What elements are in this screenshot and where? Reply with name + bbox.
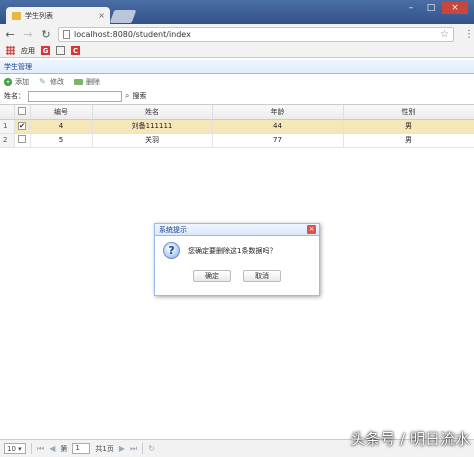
url-text: localhost:8080/student/index	[74, 29, 191, 39]
page-total: 共1页	[95, 444, 114, 453]
delete-icon	[74, 79, 83, 85]
search-label: 姓名：	[4, 92, 25, 100]
divider	[142, 443, 144, 454]
add-label: 添加	[15, 78, 29, 86]
apps-label[interactable]: 应用	[21, 46, 35, 56]
bookmark-star-icon[interactable]: ☆	[440, 29, 449, 40]
row-number: 1	[0, 119, 15, 134]
dialog-message: 您确定要删除这1条数据吗？	[188, 246, 277, 255]
row-checkbox[interactable]: ✔	[14, 119, 31, 134]
folder-icon	[12, 11, 21, 20]
bookmarks-bar: 应用 G C	[0, 44, 474, 58]
search-button[interactable]: 搜索	[132, 91, 146, 101]
reload-icon[interactable]: ↻	[40, 28, 52, 41]
cell-gender: 男	[343, 119, 474, 134]
bookmark-c-icon[interactable]: C	[71, 46, 80, 55]
forward-icon[interactable]: →	[22, 28, 34, 41]
dialog-body: ? 您确定要删除这1条数据吗？	[155, 236, 319, 265]
divider	[31, 443, 32, 454]
refresh-icon[interactable]: ↻	[148, 444, 155, 453]
window-controls: – □ ×	[402, 2, 468, 14]
cell-id: 4	[30, 119, 93, 134]
minimize-icon[interactable]: –	[402, 2, 420, 14]
cell-name: 刘备111111	[92, 119, 213, 134]
column-header-gender[interactable]: 性别	[343, 105, 474, 120]
ok-button[interactable]: 确定	[193, 270, 231, 282]
column-header-id[interactable]: 编号	[30, 105, 93, 120]
dialog-close-icon[interactable]: ×	[307, 225, 316, 234]
panel-title: 学生管理	[0, 60, 474, 74]
next-page-icon[interactable]: ▶	[119, 444, 125, 453]
page-prefix: 第	[60, 444, 68, 453]
cell-age: 77	[212, 133, 344, 148]
column-header-age[interactable]: 年龄	[212, 105, 344, 120]
maximize-icon[interactable]: □	[422, 2, 440, 14]
first-page-icon[interactable]: ⏮	[37, 444, 44, 454]
new-tab-button[interactable]	[109, 10, 137, 23]
cell-name: 关羽	[92, 133, 213, 148]
apps-icon[interactable]	[6, 46, 15, 55]
dialog-buttons: 确定 取消	[155, 270, 319, 282]
rownum-header	[0, 105, 15, 120]
search-input[interactable]	[28, 90, 122, 102]
grid-header-row: 编号 姓名 年龄 性别	[0, 105, 474, 120]
table-row[interactable]: 1 ✔ 4 刘备111111 44 男	[0, 119, 474, 134]
cell-id: 5	[30, 133, 93, 148]
add-button[interactable]: + 添加	[4, 77, 29, 87]
last-page-icon[interactable]: ⏭	[130, 444, 137, 454]
delete-button[interactable]: 删除	[74, 77, 100, 87]
checkmark-icon: ✔	[18, 122, 26, 130]
column-header-name[interactable]: 姓名	[92, 105, 213, 120]
select-all-checkbox[interactable]	[14, 105, 31, 120]
row-number: 2	[0, 133, 15, 148]
table-row[interactable]: 2 5 关羽 77 男	[0, 133, 474, 148]
watermark: 头条号 / 明日流水	[350, 430, 470, 448]
edit-label: 修改	[50, 78, 64, 86]
menu-icon[interactable]: ⋮	[464, 29, 474, 40]
page-size-select[interactable]: 10 ▾	[4, 443, 26, 454]
page-icon	[63, 29, 70, 39]
browser-tab[interactable]: 学生列表 ×	[6, 7, 110, 24]
back-icon[interactable]: ←	[4, 28, 16, 41]
search-row: 姓名： ⌕ 搜索	[0, 89, 474, 103]
browser-titlebar: 学生列表 × – □ ×	[0, 0, 474, 24]
tab-title: 学生列表	[25, 11, 53, 20]
question-icon: ?	[163, 242, 180, 259]
confirm-dialog: 系统提示 × ? 您确定要删除这1条数据吗？ 确定 取消	[154, 223, 320, 296]
delete-label: 删除	[86, 78, 100, 86]
cell-gender: 男	[343, 133, 474, 148]
bookmark-g-icon[interactable]: G	[41, 46, 50, 55]
dialog-header: 系统提示 ×	[155, 224, 319, 236]
close-window-icon[interactable]: ×	[442, 2, 468, 14]
bookmark-page-icon[interactable]	[56, 46, 65, 55]
address-bar[interactable]: localhost:8080/student/index ☆	[58, 26, 454, 42]
cell-age: 44	[212, 119, 344, 134]
tab-close-icon[interactable]: ×	[98, 11, 105, 20]
dialog-title: 系统提示	[159, 225, 187, 234]
prev-page-icon[interactable]: ◀	[49, 444, 55, 453]
edit-button[interactable]: ✎ 修改	[39, 77, 64, 87]
pencil-icon: ✎	[39, 77, 46, 86]
page-number-input[interactable]: 1	[72, 443, 91, 454]
row-checkbox[interactable]	[14, 133, 31, 148]
action-toolbar: + 添加 ✎ 修改 删除	[0, 75, 474, 89]
search-icon[interactable]: ⌕	[125, 91, 129, 101]
browser-toolbar: ← → ↻ localhost:8080/student/index ☆ ⋮	[0, 24, 474, 44]
add-icon: +	[4, 78, 12, 86]
cancel-button[interactable]: 取消	[243, 270, 281, 282]
